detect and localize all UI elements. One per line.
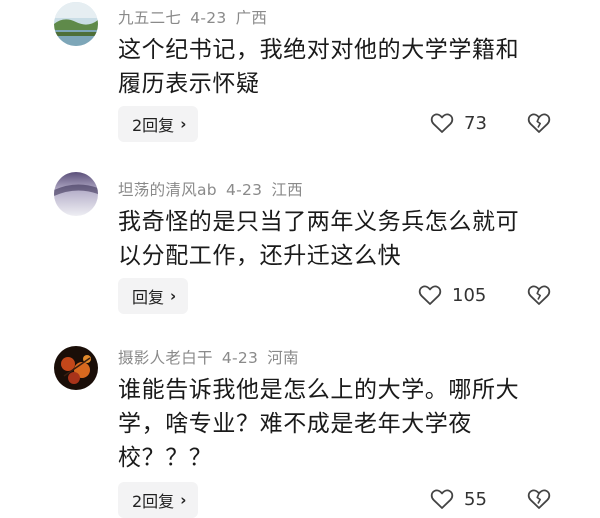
reply-label: 2回复 xyxy=(132,116,175,135)
autumn-leaves-avatar-icon xyxy=(54,346,98,390)
username[interactable]: 九五二七 xyxy=(118,9,181,27)
like-button[interactable]: 55 xyxy=(430,488,487,510)
dislike-button[interactable] xyxy=(527,112,551,134)
broken-heart-icon xyxy=(527,285,551,305)
comment-text-line: 谁能告诉我他是怎么上的大学。哪所大 xyxy=(118,377,520,403)
comment-text-line: 我奇怪的是只当了两年义务兵怎么就可 xyxy=(118,209,520,235)
like-count: 73 xyxy=(464,112,487,134)
reply-button[interactable]: 回复 › xyxy=(118,278,189,314)
reply-label: 回复 xyxy=(132,288,165,307)
comment-meta: 九五二七 4-23 广西 xyxy=(118,6,276,28)
heart-outline-icon xyxy=(430,113,454,133)
broken-heart-icon xyxy=(527,113,551,133)
comment-text-line: 以分配工作，还升迁这么快 xyxy=(118,243,402,269)
dislike-button[interactable] xyxy=(527,488,551,510)
comment-date: 4-23 xyxy=(190,9,227,27)
purple-gradient-avatar-icon xyxy=(54,172,98,216)
like-count: 55 xyxy=(464,488,487,510)
like-count: 105 xyxy=(452,284,487,306)
comment-location: 河南 xyxy=(267,349,299,367)
comment-text: 谁能告诉我他是怎么上的大学。哪所大 学，啥专业？难不成是老年大学夜 校？？？ xyxy=(118,373,558,475)
comment-date: 4-23 xyxy=(221,349,259,367)
dislike-button[interactable] xyxy=(527,284,551,306)
avatar[interactable] xyxy=(54,346,98,390)
comment-meta: 坦荡的清风ab 4-23 江西 xyxy=(118,178,312,200)
comment-location: 广西 xyxy=(235,9,268,27)
chevron-right-icon: › xyxy=(180,115,187,133)
avatar[interactable] xyxy=(54,172,98,216)
username[interactable]: 摄影人老白干 xyxy=(118,349,213,367)
like-button[interactable]: 73 xyxy=(430,112,487,134)
heart-outline-icon xyxy=(418,285,442,305)
reply-button[interactable]: 2回复 › xyxy=(118,106,199,142)
comment-text-line: 校？？？ xyxy=(118,445,213,471)
landscape-avatar-icon xyxy=(54,2,98,46)
comment-text: 这个纪书记，我绝对对他的大学学籍和 履历表示怀疑 xyxy=(118,33,558,101)
comment-text-line: 学，啥专业？难不成是老年大学夜 xyxy=(118,411,472,437)
comment-text-line: 履历表示怀疑 xyxy=(118,71,260,97)
comment-location: 江西 xyxy=(271,181,303,199)
comment-text: 我奇怪的是只当了两年义务兵怎么就可 以分配工作，还升迁这么快 xyxy=(118,205,558,273)
comment-text-line: 这个纪书记，我绝对对他的大学学籍和 xyxy=(118,37,520,63)
reply-label: 2回复 xyxy=(132,492,175,511)
broken-heart-icon xyxy=(527,489,551,509)
username[interactable]: 坦荡的清风ab xyxy=(118,181,217,199)
avatar[interactable] xyxy=(54,2,98,46)
like-button[interactable]: 105 xyxy=(418,284,486,306)
reply-button[interactable]: 2回复 › xyxy=(118,482,199,518)
chevron-right-icon: › xyxy=(180,491,187,509)
chevron-right-icon: › xyxy=(170,287,177,305)
heart-outline-icon xyxy=(430,489,454,509)
comment-meta: 摄影人老白干 4-23 河南 xyxy=(118,346,308,368)
comment-date: 4-23 xyxy=(225,181,263,199)
